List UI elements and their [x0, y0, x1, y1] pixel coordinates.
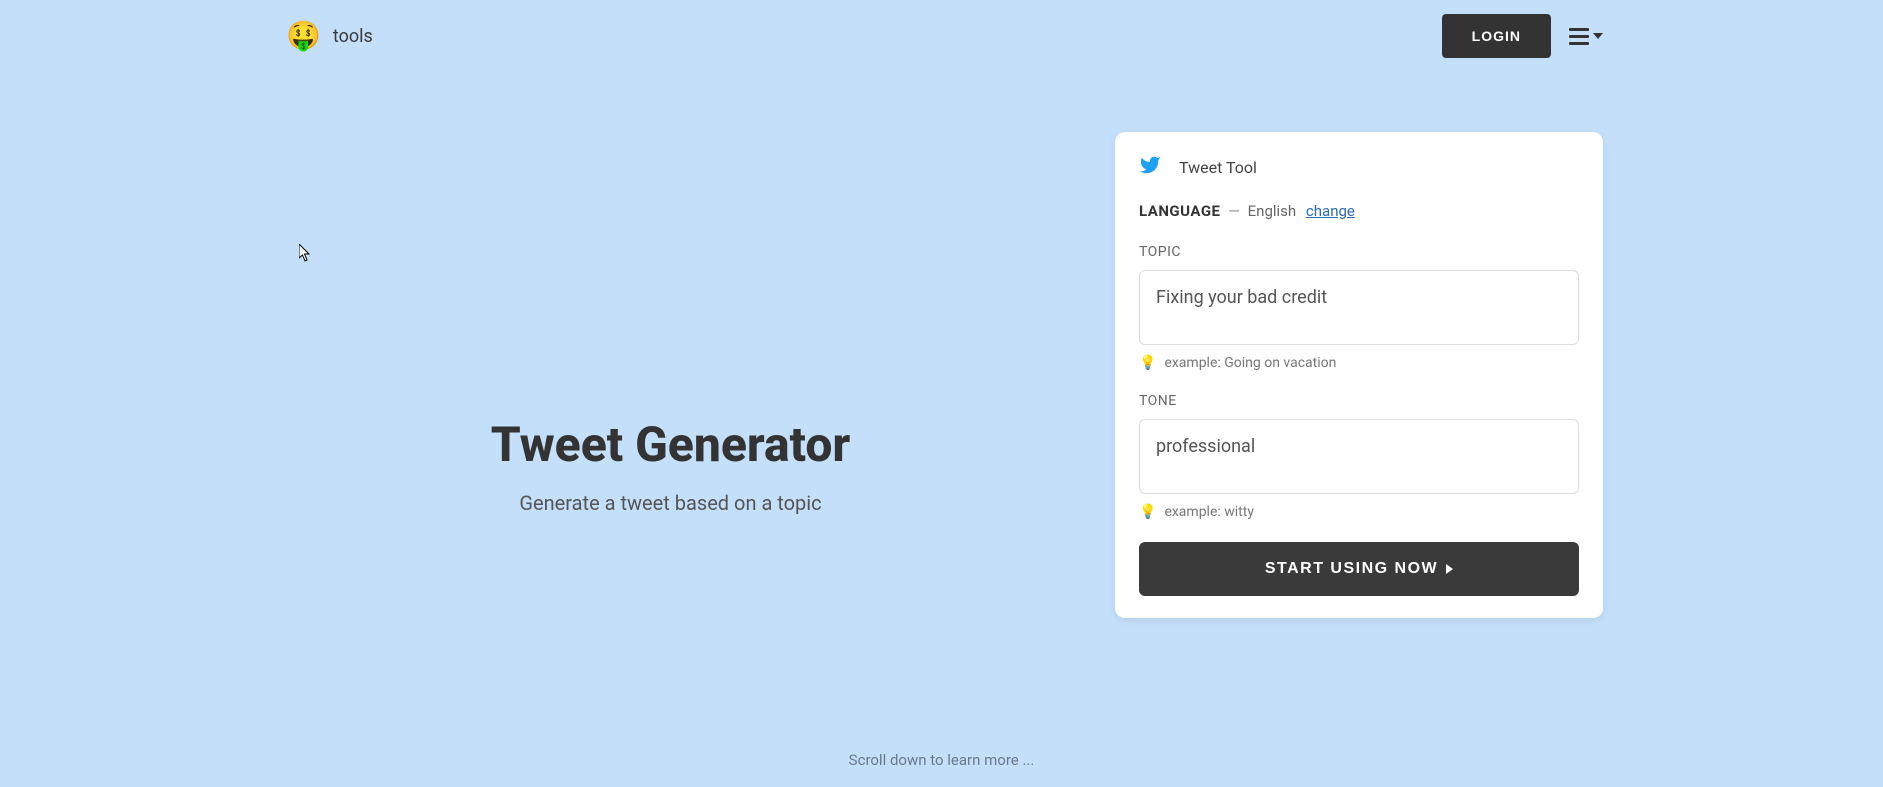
cta-label: START USING NOW — [1265, 560, 1438, 578]
topic-hint: example: Going on vacation — [1164, 355, 1336, 371]
topic-input[interactable] — [1139, 270, 1579, 345]
money-face-icon: 🤑 — [286, 22, 321, 50]
lightbulb-icon: 💡 — [1139, 355, 1156, 371]
twitter-icon — [1139, 154, 1161, 180]
lightbulb-icon: 💡 — [1139, 504, 1156, 520]
tools-label: tools — [333, 26, 373, 47]
language-value: English — [1248, 202, 1297, 220]
logo-link[interactable]: 🤑 tools — [286, 22, 373, 50]
topic-label: TOPIC — [1139, 244, 1579, 260]
tone-hint: example: witty — [1164, 504, 1254, 520]
chevron-down-icon — [1593, 33, 1603, 39]
login-button[interactable]: LOGIN — [1442, 14, 1551, 58]
page-subtitle: Generate a tweet based on a topic — [519, 491, 821, 515]
scroll-hint: Scroll down to learn more ... — [849, 751, 1035, 769]
menu-toggle[interactable] — [1569, 28, 1603, 45]
page-title: Tweet Generator — [491, 416, 851, 473]
language-label: LANGUAGE — [1139, 202, 1220, 220]
tweet-tool-card: Tweet Tool LANGUAGE — English change TOP… — [1115, 132, 1603, 618]
tone-label: TONE — [1139, 393, 1579, 409]
tone-input[interactable] — [1139, 419, 1579, 494]
hamburger-icon — [1569, 28, 1589, 45]
chevron-right-icon — [1446, 564, 1453, 574]
language-separator: — — [1228, 202, 1243, 220]
language-row: LANGUAGE — English change — [1139, 202, 1579, 220]
change-language-link[interactable]: change — [1306, 202, 1355, 220]
start-using-now-button[interactable]: START USING NOW — [1139, 542, 1579, 596]
card-title: Tweet Tool — [1179, 158, 1257, 177]
